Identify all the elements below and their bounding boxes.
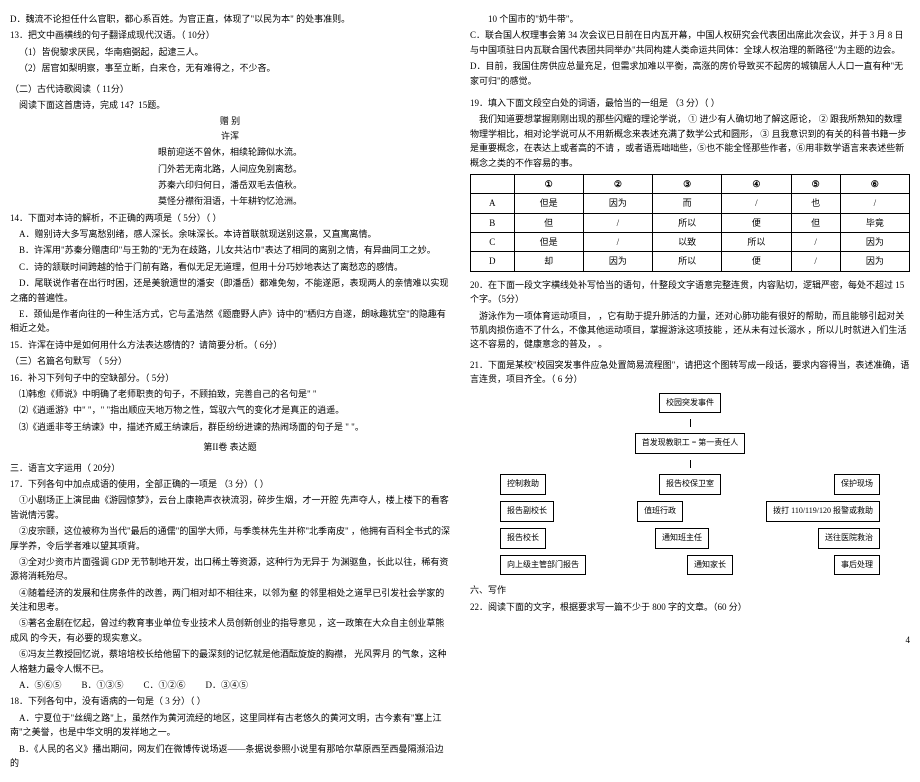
q20-passage: 游泳作为一项体育运动项目， ，它有助于提升肺活的力量，还对心肺功能有很好的帮助，…	[470, 309, 910, 352]
flow-node-principal: 报告校长	[500, 528, 546, 549]
section6-title: 六、写作	[470, 583, 910, 597]
q18-a: A．宁夏位于"丝绸之路"上，虽然作为黄河流经的地区，这里同样有古老悠久的黄河文明…	[10, 711, 450, 740]
poem-author: 许浑	[10, 129, 450, 143]
q17-opt-a: A．⑤⑥⑤	[19, 678, 62, 692]
q17-2: ②皮宗颐，这位被称为当代"最后的通儒"的国学大师，与季羡林先生并称"北季南皮" …	[10, 524, 450, 553]
q22: 22．阅读下面的文字，根据要求写一篇不少于 800 字的文章。（60 分）	[470, 600, 910, 614]
table-row: C但是/以致所以/因为	[471, 233, 910, 252]
q17-3: ③全对少资市片面强调 GDP 无节制地开发，出口稀土等资源，这种行为无异于 为渊…	[10, 555, 450, 584]
q14-c: C．诗的颔联时间跨越的恰于门前有路，看似无足无道理，但用十分巧妙地表达了离愁恋的…	[10, 260, 450, 274]
table-row: D却因为所以便/因为	[471, 252, 910, 271]
page-number: 4	[906, 633, 911, 647]
th-5: ⑤	[791, 174, 840, 193]
flow-node-top: 校园突发事件	[659, 393, 721, 414]
flowchart: 校园突发事件 首发现教职工 = 第一责任人 控制救助 报告校保卫室 保护现场 报…	[470, 393, 910, 576]
q17-5: ⑤著名金剧在忆起，曾过约教育事业单位专业技术人员创新创业的指导意见 ，这一政策在…	[10, 616, 450, 645]
q16-3: ⑶《逍遥非苓王纳谏》中，描述齐威王纳谏后，群臣纷纷进谏的热闹场面的句子是 " "…	[10, 420, 450, 434]
q17: 17．下列各句中加点成语的使用，全部正确的一项是 （3 分）（ ）	[10, 477, 450, 491]
th-blank	[471, 174, 515, 193]
r-top-line: 10 个国市的"奶牛带"。	[470, 12, 910, 26]
poem-line-3: 苏秦六印归何日，潘岳双毛去值秋。	[10, 178, 450, 192]
q17-6: ⑥冯友兰教授回忆说，蔡培培校长给他留下的最深刻的记忆就是他酒酝旋旋的胸襟， 光风…	[10, 647, 450, 676]
th-2: ②	[583, 174, 652, 193]
q13-1: （1）皆倪黎求厌民，华南痼弼起，起逮三人。	[10, 45, 450, 59]
q17-1: ①小剧场正上演昆曲《游园惊梦》，云台上康艳声衣袂流羽，碎步生烟，才一开腔 先声夺…	[10, 493, 450, 522]
th-6: ⑥	[840, 174, 909, 193]
th-1: ①	[514, 174, 583, 193]
poem-line-1: 眼前迎送不曾休，相续轮蹄似水流。	[10, 145, 450, 159]
table-row: A但是因为而/也/	[471, 194, 910, 213]
flow-node-notify-parents: 通知家长	[687, 555, 733, 576]
q18-b: B．《人民的名义》播出期间，网友们在微博传说场返——条据说参照小说里有那哈尔草原…	[10, 742, 450, 771]
q13-2: （2）居官如梨明察，事至立断，白来仓，无有难得之，不少吝。	[10, 61, 450, 75]
flow-node-responsible: 首发现教职工 = 第一责任人	[635, 433, 746, 454]
section2-title: （二）古代诗歌阅读（ 11分）	[10, 82, 450, 96]
table-row: B但/所以便但毕竟	[471, 213, 910, 232]
th-3: ③	[653, 174, 722, 193]
q15b: （三）名篇名句默写 （ 5分）	[10, 354, 450, 368]
flow-node-protect: 保护现场	[834, 474, 880, 495]
q17-opt-d: D．③④⑤	[206, 678, 249, 692]
q19-passage: 我们知道要想掌握刚刚出现的那些闪耀的理论学说， ① 进少有人确切地了解这愿论， …	[470, 112, 910, 170]
q18: 18．下列各句中，没有语病的一句是（ 3 分）（ ）	[10, 694, 450, 708]
q20: 20．在下面一段文字横线处补写恰当的语句，什整段文字语意完整连贯，内容贴切，逻辑…	[470, 278, 910, 307]
r-c: C．联合国人权理事会第 34 次会议已日前在日内瓦开幕，中国人权研究会代表团出席…	[470, 28, 910, 57]
q21: 21．下面是某校"校园突发事件应急处置简易流程图"，请把这个图转写成一段话，要求…	[470, 358, 910, 387]
th-4: ④	[722, 174, 791, 193]
flow-node-hospital: 送往医院救治	[818, 528, 880, 549]
q15: 15．许浑在诗中是如何用什么方法表达感情的？请简要分析。（ 6分）	[10, 338, 450, 352]
part2-title: 第II卷 表达题	[10, 440, 450, 454]
q16: 16．补习下列句子中的空缺部分。（ 5分）	[10, 371, 450, 385]
q19: 19．填入下面文段空白处的词语，最恰当的一组是 （3 分）（ ）	[470, 96, 910, 110]
flow-node-report-security: 报告校保卫室	[659, 474, 721, 495]
q19-table: ① ② ③ ④ ⑤ ⑥ A但是因为而/也/ B但/所以便但毕竟 C但是/以致所以…	[470, 174, 910, 272]
flow-node-duty-admin: 值班行政	[637, 501, 683, 522]
q16-1: ⑴韩愈《师说》中明确了老师职责的句子，不顾拍致，完善自己的名句是" "	[10, 387, 450, 401]
q17-opt-c: C．①②⑥	[144, 678, 186, 692]
flow-node-aftermath: 事后处理	[834, 555, 880, 576]
section3-title: 三．语言文字运用（ 20分）	[10, 461, 450, 475]
q14-a: A．赠别诗大多写离愁别绪，感人深长。余味深长。本诗首联就现送别这景，又直寓离情。	[10, 227, 450, 241]
flow-node-call-emergency: 拨打 110/119/120 报警或救助	[766, 501, 880, 522]
q17-opt-b: B．①③⑤	[82, 678, 124, 692]
q16-2: ⑵《逍遥游》中" "，" "指出顺应天地万物之性，驾驭六气的变化才是真正的逍遥。	[10, 403, 450, 417]
q14-e: E．颈仙是作者向往的一种生活方式，它与孟浩然《题鹿野人庐》诗中的"栖归方自遂，朗…	[10, 307, 450, 336]
section2-sub: 阅读下面这首唐诗，完成 14？15题。	[10, 98, 450, 112]
r-d: D．目前，我国住房供应总量充足，但需求加难以平衡，高涨的房价导致买不起房的城镇居…	[470, 59, 910, 88]
flow-node-notify-teacher: 通知班主任	[655, 528, 709, 549]
poem-title: 赠 别	[10, 114, 450, 128]
q13: 13．把文中画横线的句子翻译成现代汉语。（ 10分）	[10, 28, 450, 42]
q14-b: B．许浑用"苏秦分赠唐印"与王勃的"无为在歧路，儿女共沾巾"表达了相同的离别之情…	[10, 243, 450, 257]
flow-node-vice-principal: 报告副校长	[500, 501, 554, 522]
flow-node-control: 控制救助	[500, 474, 546, 495]
q14-d: D．尾联说作者在出行时困，还是美貌遗世的潘安（即潘岳）都难免匆，不能遂愿，表现两…	[10, 276, 450, 305]
flow-node-report-superior: 向上级主管部门报告	[500, 555, 586, 576]
poem-line-4: 莫怪分襟衔泪语，十年耕钓忆沧洲。	[10, 194, 450, 208]
poem-line-2: 门外若无南北路，人间应免别离愁。	[10, 162, 450, 176]
q14: 14．下面对本诗的解析，不正确的两项是（ 5分）（ ）	[10, 211, 450, 225]
q17-4: ④随着经济的发展和住房条件的改善，两门相对却不相往来，以邻为壑 的邻里相处之道早…	[10, 586, 450, 615]
option-d-12: D．魏流不论担任什么官职，都心系百姓。为官正直，体现了"以民为本" 的处事准则。	[10, 12, 450, 26]
